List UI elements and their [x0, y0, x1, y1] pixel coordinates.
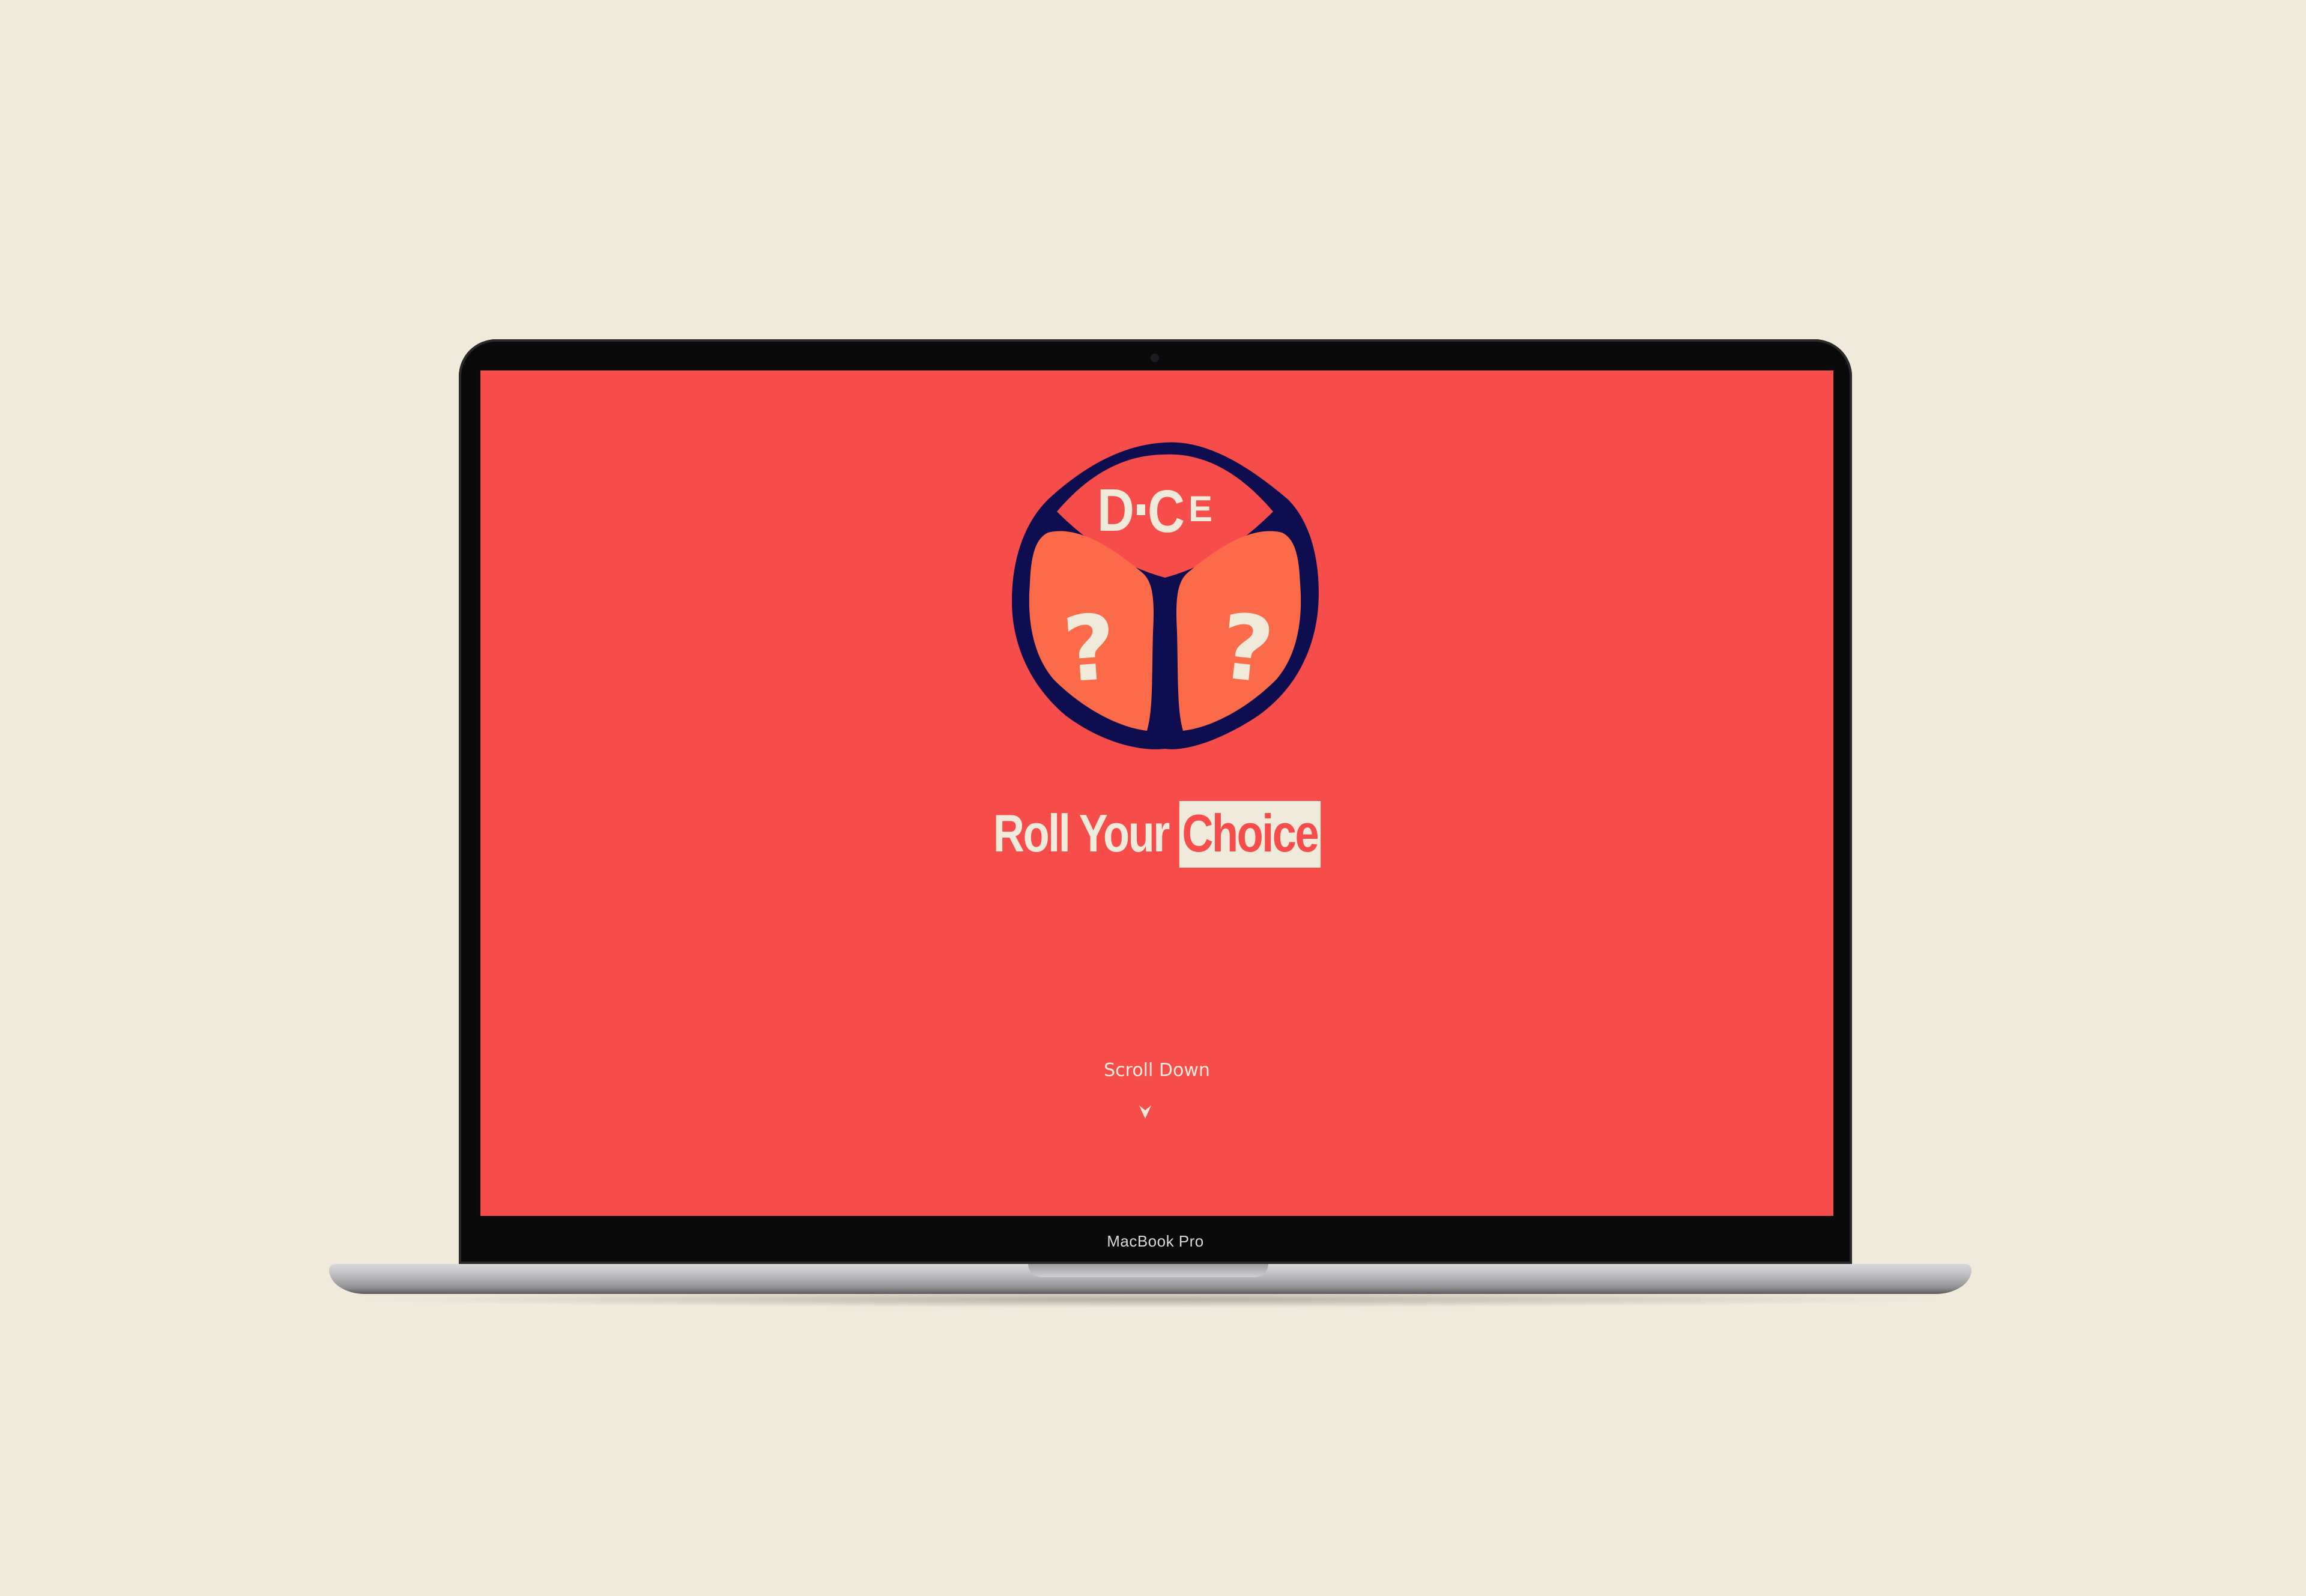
chevron-down-icon[interactable]: [1138, 1104, 1152, 1120]
hero-tagline: Roll Your Choice: [602, 801, 1711, 868]
laptop-screen: D C E ? ? Roll Your Choice Scroll Down: [480, 370, 1833, 1216]
mockup-stage: D C E ? ? Roll Your Choice Scroll Down M…: [0, 0, 2306, 1596]
question-mark-left: ?: [1060, 595, 1119, 703]
tagline-prefix: Roll Your: [993, 803, 1179, 863]
device-model-label: MacBook Pro: [1107, 1232, 1204, 1250]
laptop-opening-notch: [1028, 1264, 1268, 1277]
logo-letter-c: C: [1148, 478, 1185, 545]
logo-letter-e: E: [1188, 489, 1212, 529]
laptop-lid: D C E ? ? Roll Your Choice Scroll Down M…: [459, 339, 1852, 1264]
camera-icon: [1151, 354, 1159, 362]
logo-letter-d: D: [1097, 477, 1134, 544]
question-mark-right: ?: [1215, 594, 1279, 704]
dice-logo[interactable]: D C E ? ?: [1006, 428, 1324, 752]
logo-letter-i-dot: [1137, 504, 1145, 515]
tagline-highlight: Choice: [1179, 801, 1321, 868]
scroll-down-link[interactable]: Scroll Down: [480, 1060, 1833, 1081]
